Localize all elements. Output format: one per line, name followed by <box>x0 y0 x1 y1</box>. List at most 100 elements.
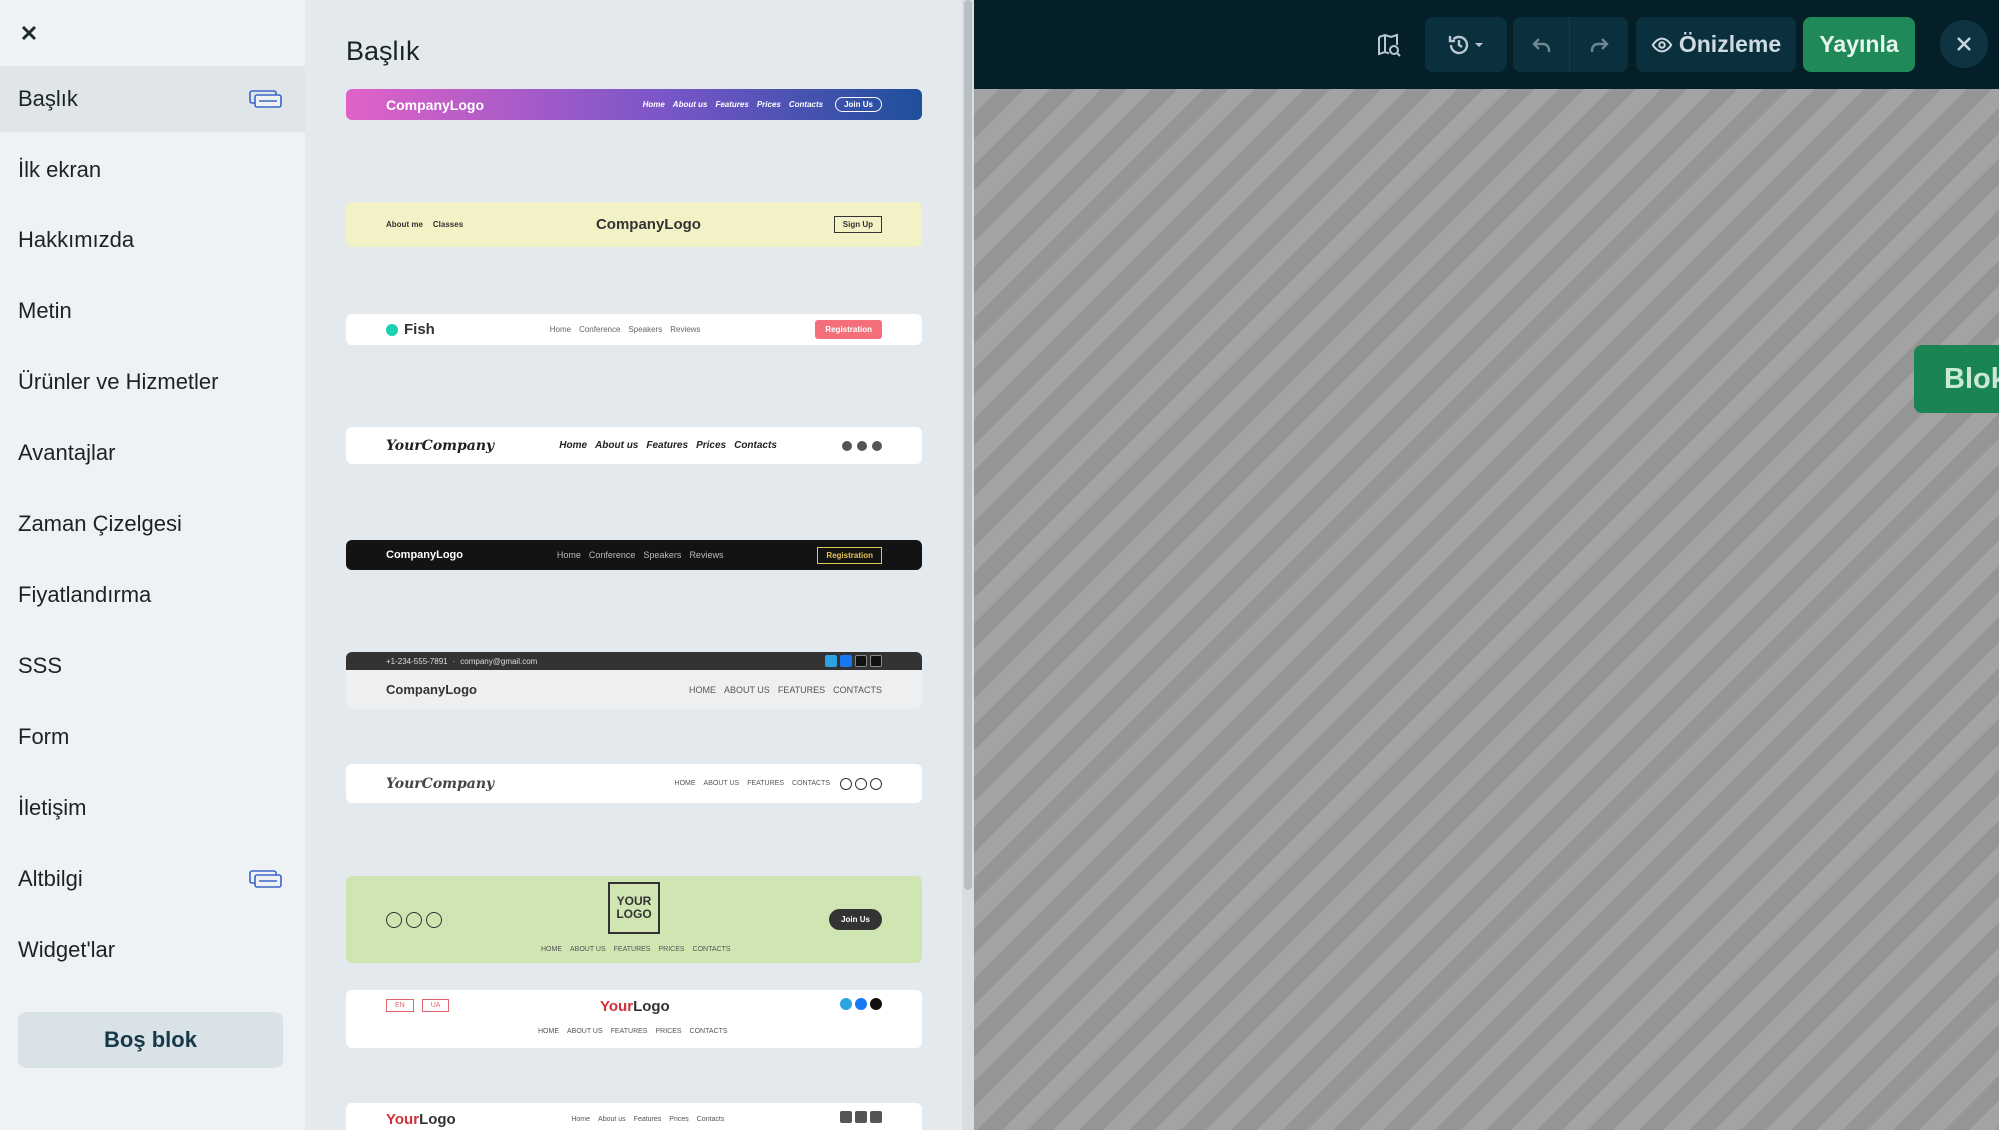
template-nav: Home About us Features Prices Contacts <box>571 1116 724 1123</box>
sidebar-item-contact[interactable]: İletişim <box>0 775 305 841</box>
telegram-icon <box>386 911 402 928</box>
editor-canvas[interactable]: Blok ekle <box>974 89 1999 1130</box>
nav-link: ABOUT US <box>567 1028 603 1035</box>
fish-logo-icon <box>386 323 398 336</box>
nav-link: Home <box>559 440 588 451</box>
nav-link: Conference <box>579 325 621 334</box>
map-search-icon <box>1378 33 1401 57</box>
template-nav: Home About us Features Prices Contacts <box>643 100 824 109</box>
header-template-2[interactable]: About me Classes CompanyLogo Sign Up <box>346 202 922 247</box>
sidebar-item-label: Zaman Çizelgesi <box>18 511 182 536</box>
social-icons <box>842 440 882 451</box>
header-template-8[interactable]: YOUR LOGO HOME ABOUT US FEATURES PRICES … <box>346 876 922 963</box>
sidebar-item-faq[interactable]: SSS <box>0 633 305 699</box>
sidebar-item-footer[interactable]: Altbilgi <box>0 846 305 912</box>
header-template-9[interactable]: EN UA YourLogo HOME ABOUT US FEATURES PR… <box>346 990 922 1048</box>
sidebar-item-about[interactable]: Hakkımızda <box>0 207 305 273</box>
header-template-1[interactable]: CompanyLogo Home About us Features Price… <box>346 89 922 120</box>
nav-link: Prices <box>669 1116 689 1123</box>
email-text: company@gmail.com <box>460 656 538 666</box>
nav-link: About us <box>595 440 639 451</box>
social-icons <box>825 655 882 667</box>
x-icon <box>870 998 882 1010</box>
undo-icon <box>1531 37 1550 52</box>
nav-link: HOME <box>674 780 696 787</box>
x-icon <box>426 911 442 928</box>
nav-link: FEATURES <box>747 780 785 787</box>
scrollbar-thumb[interactable] <box>964 0 972 890</box>
sidebar-item-form[interactable]: Form <box>0 704 305 770</box>
nav-link: Home <box>549 325 572 334</box>
sidebar-item-text[interactable]: Metin <box>0 278 305 344</box>
header-template-5[interactable]: CompanyLogo Home Conference Speakers Rev… <box>346 540 922 570</box>
redo-icon <box>1590 37 1609 52</box>
block-category-sidebar: Başlık İlk ekran Hakkımızda Metin Ürünle… <box>0 0 305 1130</box>
history-button[interactable] <box>1425 17 1507 72</box>
x-icon <box>870 1111 882 1123</box>
redo-button[interactable] <box>1570 17 1627 72</box>
telegram-icon <box>840 777 852 790</box>
layout-badge-icon <box>249 90 282 108</box>
nav-link: CONTACTS <box>792 780 830 787</box>
social-icons <box>840 1111 882 1123</box>
sidebar-item-pricing[interactable]: Fiyatlandırma <box>0 562 305 628</box>
sidebar-item-advantages[interactable]: Avantajlar <box>0 420 305 486</box>
close-icon <box>1957 37 1971 51</box>
undo-redo-group <box>1513 17 1628 72</box>
nav-link: ABOUT US <box>570 946 606 953</box>
template-logo: CompanyLogo <box>386 549 463 561</box>
sidebar-item-label: Widget'lar <box>18 937 116 962</box>
facebook-icon <box>855 1111 867 1123</box>
header-template-7[interactable]: YourCompany HOME ABOUT US FEATURES CONTA… <box>346 764 922 803</box>
contact-strip: +1-234-555-7891 · company@gmail.com <box>346 652 922 670</box>
sidebar-item-header[interactable]: Başlık <box>0 66 305 132</box>
nav-link: Features <box>646 440 689 451</box>
sidebar-item-label: Ürünler ve Hizmetler <box>18 369 219 394</box>
chevron-down-icon <box>1475 42 1483 47</box>
close-editor-button[interactable] <box>1940 20 1988 68</box>
undo-button[interactable] <box>1514 17 1570 72</box>
nav-link: Contacts <box>788 100 824 109</box>
x-icon <box>855 655 867 667</box>
nav-link: Contacts <box>696 1116 725 1123</box>
nav-link: About me <box>386 220 423 229</box>
sidebar-item-timeline[interactable]: Zaman Çizelgesi <box>0 491 305 557</box>
sidebar-item-label: Hakkımızda <box>18 227 135 252</box>
tiktok-icon <box>870 655 882 667</box>
empty-block-button[interactable]: Boş blok <box>18 1012 283 1068</box>
social-icons <box>840 998 882 1010</box>
nav-link: Prices <box>756 100 781 109</box>
template-panel: Başlık CompanyLogo Home About us Feature… <box>305 0 974 1130</box>
template-logo: YourLogo <box>600 998 670 1015</box>
history-icon <box>1448 35 1469 54</box>
nav-link: Speakers <box>643 550 682 560</box>
template-cta: Sign Up <box>833 216 882 233</box>
header-template-6[interactable]: +1-234-555-7891 · company@gmail.com Comp… <box>346 652 922 709</box>
nav-link: PRICES <box>655 1028 682 1035</box>
sidebar-item-label: Avantajlar <box>18 440 116 465</box>
preview-button[interactable]: Önizleme <box>1636 17 1796 72</box>
template-nav: HOME ABOUT US FEATURES PRICES CONTACTS <box>541 946 731 953</box>
header-template-4[interactable]: YourCompany Home About us Features Price… <box>346 427 922 464</box>
template-nav: Home Conference Speakers Reviews <box>550 325 701 334</box>
facebook-icon <box>857 440 867 451</box>
sidebar-item-first-screen[interactable]: İlk ekran <box>0 137 305 203</box>
template-logo: CompanyLogo <box>386 96 484 113</box>
add-block-button[interactable]: Blok ekle <box>1914 345 1999 413</box>
header-template-10[interactable]: YourLogo Home About us Features Prices C… <box>346 1103 922 1130</box>
nav-link: PRICES <box>658 946 685 953</box>
template-cta: Join Us <box>835 97 882 112</box>
panel-scrollbar[interactable] <box>962 0 974 1130</box>
close-panel-button[interactable] <box>14 18 44 48</box>
publish-button[interactable]: Yayınla <box>1803 17 1915 72</box>
nav-link: CONTACTS <box>833 684 882 695</box>
sidebar-item-label: İlk ekran <box>18 157 102 182</box>
header-template-3[interactable]: Fish Home Conference Speakers Reviews Re… <box>346 314 922 345</box>
template-logo: YourCompany <box>386 437 495 454</box>
map-search-button[interactable] <box>1365 17 1413 72</box>
nav-link: Contacts <box>734 440 777 451</box>
nav-link: CONTACTS <box>692 946 731 953</box>
sidebar-item-products[interactable]: Ürünler ve Hizmetler <box>0 349 305 415</box>
sidebar-item-widgets[interactable]: Widget'lar <box>0 917 305 983</box>
template-logo: YourCompany <box>386 775 495 792</box>
